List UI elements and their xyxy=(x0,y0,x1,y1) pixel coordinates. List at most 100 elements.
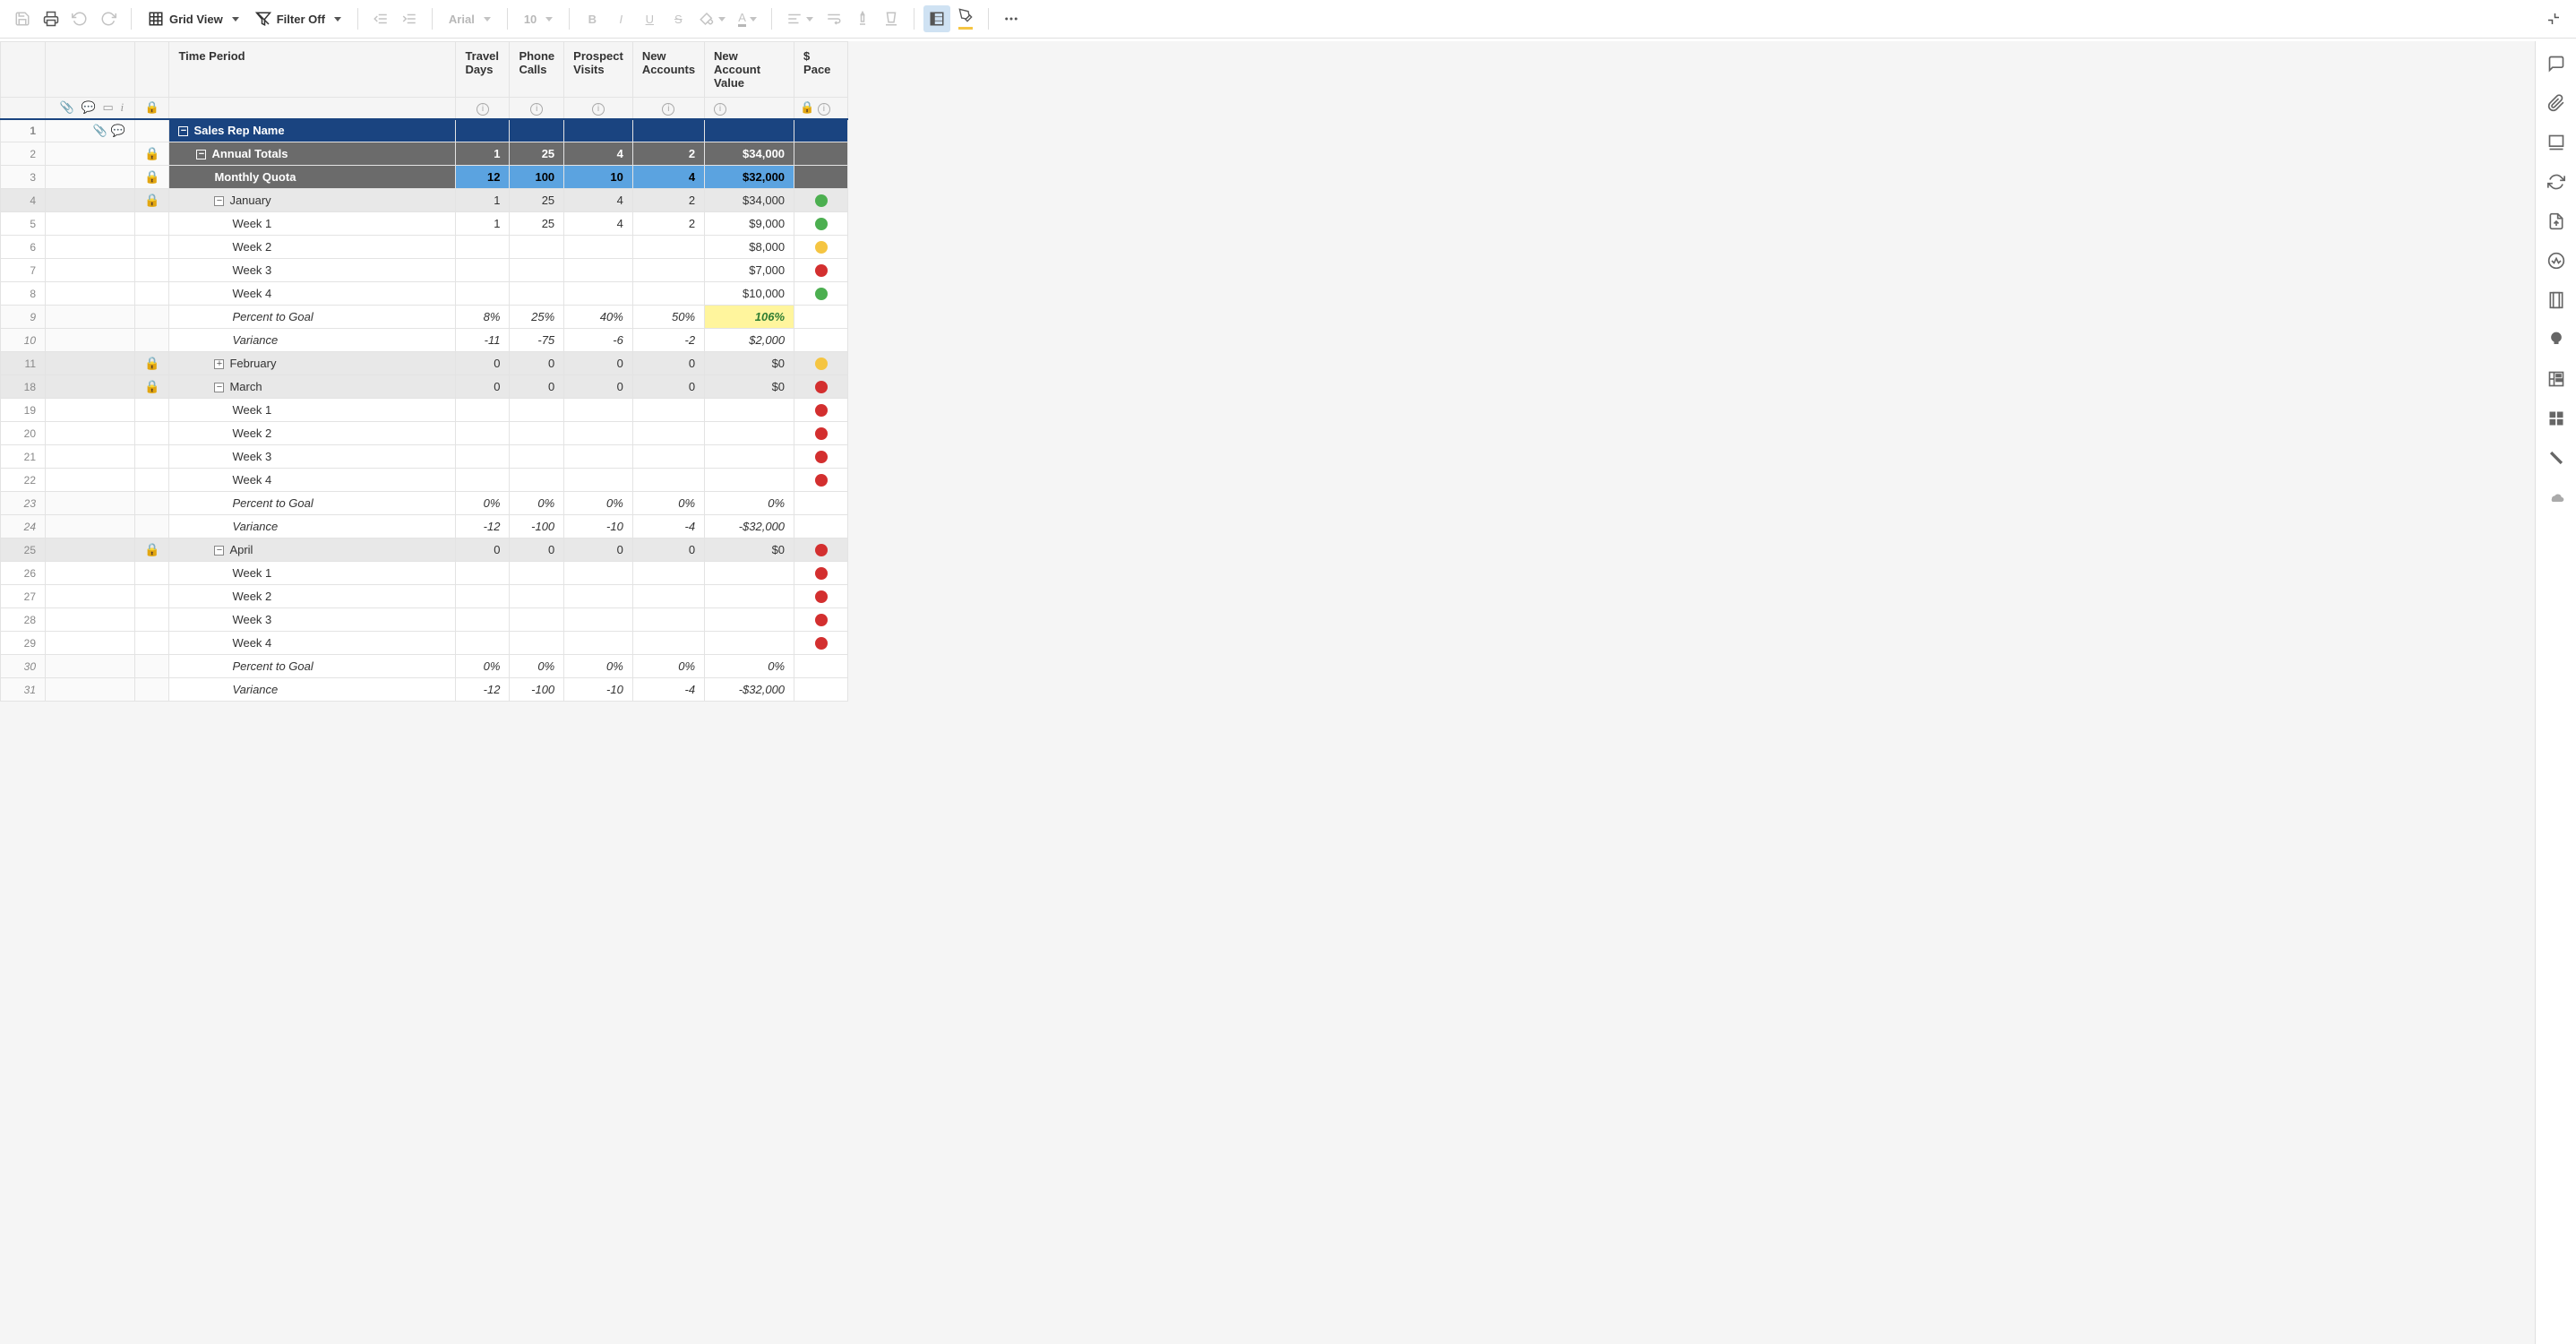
cell[interactable] xyxy=(632,119,704,142)
pace-cell[interactable] xyxy=(794,142,848,166)
row-9[interactable]: 9Percent to Goal8%25%40%50%106% xyxy=(1,306,848,329)
row-31[interactable]: 31Variance-12-100-10-4-$32,000 xyxy=(1,678,848,702)
cell[interactable]: -11 xyxy=(456,329,510,352)
cell[interactable]: -$32,000 xyxy=(705,515,794,538)
cell[interactable] xyxy=(564,632,633,655)
cell[interactable] xyxy=(705,445,794,469)
row-22[interactable]: 22Week 4 xyxy=(1,469,848,492)
cell[interactable] xyxy=(510,282,564,306)
cell[interactable]: $34,000 xyxy=(705,189,794,212)
cell[interactable]: 4 xyxy=(564,189,633,212)
cell[interactable] xyxy=(456,399,510,422)
more-button[interactable] xyxy=(998,5,1025,32)
row-number[interactable]: 6 xyxy=(1,236,46,259)
cell[interactable] xyxy=(510,632,564,655)
cell[interactable]: 0% xyxy=(564,492,633,515)
pace-cell[interactable] xyxy=(794,562,848,585)
wrap-button[interactable] xyxy=(820,5,847,32)
update-requests-icon[interactable] xyxy=(2546,172,2566,192)
cell[interactable] xyxy=(510,585,564,608)
row-18[interactable]: 18🔒−March0000$0 xyxy=(1,375,848,399)
cell[interactable]: 50% xyxy=(632,306,704,329)
pace-cell[interactable] xyxy=(794,655,848,678)
collapse-icon[interactable]: − xyxy=(178,126,188,136)
collapse-icon[interactable]: − xyxy=(214,196,224,206)
row-number[interactable]: 9 xyxy=(1,306,46,329)
pace-cell[interactable] xyxy=(794,119,848,142)
row-5[interactable]: 5Week 112542$9,000 xyxy=(1,212,848,236)
attachments-icon[interactable] xyxy=(2546,93,2566,113)
row-6[interactable]: 6Week 2$8,000 xyxy=(1,236,848,259)
row-26[interactable]: 26Week 1 xyxy=(1,562,848,585)
pace-cell[interactable] xyxy=(794,538,848,562)
cell[interactable] xyxy=(564,236,633,259)
cell[interactable] xyxy=(564,422,633,445)
primary-cell[interactable]: Percent to Goal xyxy=(169,492,456,515)
row-number[interactable]: 30 xyxy=(1,655,46,678)
cell[interactable]: $7,000 xyxy=(705,259,794,282)
primary-cell[interactable]: −January xyxy=(169,189,456,212)
row-number[interactable]: 28 xyxy=(1,608,46,632)
cell[interactable]: 0 xyxy=(632,375,704,399)
cell[interactable]: -$32,000 xyxy=(705,678,794,702)
font-selector[interactable]: Arial xyxy=(442,5,498,32)
cell[interactable]: $10,000 xyxy=(705,282,794,306)
cell[interactable]: 0 xyxy=(456,352,510,375)
pivot-icon[interactable] xyxy=(2546,448,2566,468)
cell[interactable] xyxy=(510,259,564,282)
pace-cell[interactable] xyxy=(794,236,848,259)
header-col-1[interactable]: Phone Calls xyxy=(510,42,564,98)
primary-cell[interactable]: Percent to Goal xyxy=(169,655,456,678)
cell[interactable] xyxy=(456,422,510,445)
header-col-2[interactable]: Prospect Visits xyxy=(564,42,633,98)
row-11[interactable]: 11🔒+February0000$0 xyxy=(1,352,848,375)
pace-cell[interactable] xyxy=(794,585,848,608)
row-number[interactable]: 2 xyxy=(1,142,46,166)
primary-cell[interactable]: Week 3 xyxy=(169,259,456,282)
pace-cell[interactable] xyxy=(794,492,848,515)
cell[interactable] xyxy=(705,632,794,655)
cell[interactable]: 0 xyxy=(456,375,510,399)
pace-cell[interactable] xyxy=(794,469,848,492)
attachment-icon[interactable]: 📎 xyxy=(93,124,107,138)
cell[interactable] xyxy=(705,422,794,445)
cell[interactable]: -6 xyxy=(564,329,633,352)
cell[interactable] xyxy=(632,469,704,492)
cell[interactable] xyxy=(510,445,564,469)
cell[interactable] xyxy=(705,399,794,422)
primary-cell[interactable]: Week 3 xyxy=(169,608,456,632)
cell[interactable]: 0 xyxy=(564,375,633,399)
cell[interactable]: 0 xyxy=(510,375,564,399)
primary-cell[interactable]: Week 3 xyxy=(169,445,456,469)
cell[interactable]: 25 xyxy=(510,189,564,212)
pace-cell[interactable] xyxy=(794,352,848,375)
publish-icon[interactable] xyxy=(2546,211,2566,231)
cell[interactable] xyxy=(456,585,510,608)
cell[interactable] xyxy=(456,236,510,259)
cell[interactable]: -100 xyxy=(510,678,564,702)
cell[interactable]: $2,000 xyxy=(705,329,794,352)
row-21[interactable]: 21Week 3 xyxy=(1,445,848,469)
pace-cell[interactable] xyxy=(794,329,848,352)
cell[interactable] xyxy=(564,562,633,585)
cell[interactable]: 0% xyxy=(510,492,564,515)
cell[interactable]: -12 xyxy=(456,515,510,538)
text-color-button[interactable]: A xyxy=(733,5,762,32)
pace-cell[interactable] xyxy=(794,515,848,538)
row-23[interactable]: 23Percent to Goal0%0%0%0%0% xyxy=(1,492,848,515)
pace-cell[interactable] xyxy=(794,259,848,282)
primary-cell[interactable]: Week 2 xyxy=(169,236,456,259)
cell[interactable] xyxy=(456,608,510,632)
brandfolder-icon[interactable] xyxy=(2546,330,2566,349)
print-button[interactable] xyxy=(38,5,64,32)
conditional-format-button[interactable] xyxy=(923,5,950,32)
cell[interactable] xyxy=(456,632,510,655)
cell[interactable] xyxy=(456,259,510,282)
cell[interactable] xyxy=(705,562,794,585)
row-number[interactable]: 25 xyxy=(1,538,46,562)
header-primary[interactable]: Time Period xyxy=(169,42,456,98)
cell[interactable] xyxy=(456,445,510,469)
pace-cell[interactable] xyxy=(794,166,848,189)
row-25[interactable]: 25🔒−April0000$0 xyxy=(1,538,848,562)
resource-icon[interactable] xyxy=(2546,369,2566,389)
